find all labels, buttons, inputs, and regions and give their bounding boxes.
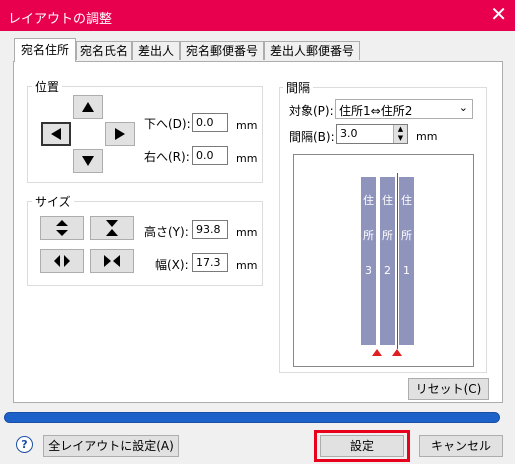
shrink-height-button[interactable] <box>90 216 134 240</box>
interval-spinbox[interactable]: 3.0 ▲ ▼ <box>336 124 408 144</box>
title-bar: レイアウトの調整 ✕ <box>0 0 515 31</box>
tab-sender[interactable]: 差出人 <box>132 41 180 60</box>
down-unit: mm <box>236 119 258 132</box>
height-label: 高さ(Y): <box>144 225 189 239</box>
height-input[interactable]: 93.8 <box>192 220 228 239</box>
tab-name[interactable]: 宛名氏名 <box>76 41 132 60</box>
right-input[interactable]: 0.0 <box>192 146 228 165</box>
ok-button[interactable]: 設定 <box>320 435 404 457</box>
tab-sender-postal-code[interactable]: 差出人郵便番号 <box>264 41 360 60</box>
preview-char: 2 <box>384 264 391 277</box>
spin-down-icon[interactable]: ▼ <box>393 134 407 143</box>
expand-height-button[interactable] <box>40 216 84 240</box>
width-input[interactable]: 17.3 <box>192 253 228 272</box>
right-unit: mm <box>236 152 258 165</box>
reset-button[interactable]: リセット(C) <box>408 378 489 400</box>
expand-vertical-icon <box>56 220 68 236</box>
move-left-button[interactable] <box>41 122 71 146</box>
marker-triangle-icon <box>392 349 402 356</box>
window-title: レイアウトの調整 <box>8 12 113 27</box>
width-unit: mm <box>236 259 258 272</box>
target-select-value: 住所1⇔住所2 <box>339 104 413 118</box>
chevron-down-icon: ⌄ <box>458 101 468 114</box>
interval-label: 間隔(B): <box>289 130 335 144</box>
target-label: 対象(P): <box>289 104 334 118</box>
preview-char: 所 <box>382 229 393 242</box>
move-right-button[interactable] <box>105 122 135 146</box>
progress-bar <box>4 412 500 423</box>
size-group-label: サイズ <box>32 193 74 210</box>
layout-preview: 住 所 3 住 所 2 住 所 1 <box>293 154 474 367</box>
preview-column-address-1: 住 所 1 <box>399 177 414 345</box>
interval-unit: mm <box>416 130 438 143</box>
expand-horizontal-icon <box>54 255 70 267</box>
shrink-horizontal-icon <box>104 255 120 267</box>
arrow-down-icon <box>82 156 94 166</box>
size-group <box>27 201 263 286</box>
apply-all-layouts-button[interactable]: 全レイアウトに設定(A) <box>43 435 179 457</box>
interval-input[interactable]: 3.0 <box>340 127 358 140</box>
spacing-group-label: 間隔 <box>283 79 314 96</box>
shrink-width-button[interactable] <box>90 249 134 273</box>
arrow-right-icon <box>115 128 125 140</box>
preview-char: 所 <box>363 229 374 242</box>
down-label: 下へ(D): <box>144 117 191 131</box>
right-label: 右へ(R): <box>144 150 190 164</box>
position-group-label: 位置 <box>32 78 63 95</box>
down-input[interactable]: 0.0 <box>192 113 228 132</box>
expand-width-button[interactable] <box>40 249 84 273</box>
preview-char: 3 <box>365 264 372 277</box>
preview-char: 住 <box>401 194 412 207</box>
move-up-button[interactable] <box>73 95 103 119</box>
width-label: 幅(X): <box>155 258 189 272</box>
height-unit: mm <box>236 226 258 239</box>
marker-triangle-icon <box>372 349 382 356</box>
help-icon: ? <box>21 438 28 451</box>
arrow-up-icon <box>82 102 94 112</box>
shrink-vertical-icon <box>106 220 118 236</box>
preview-char: 住 <box>382 194 393 207</box>
target-select[interactable]: 住所1⇔住所2 ⌄ <box>335 99 473 119</box>
arrow-left-icon <box>51 128 61 140</box>
preview-column-address-3: 住 所 3 <box>361 177 376 345</box>
close-icon[interactable]: ✕ <box>490 4 507 24</box>
tab-postal-code[interactable]: 宛名郵便番号 <box>180 41 264 60</box>
preview-column-address-2: 住 所 2 <box>380 177 395 345</box>
tab-address[interactable]: 宛名住所 <box>14 38 76 62</box>
move-down-button[interactable] <box>73 149 103 173</box>
cancel-button[interactable]: キャンセル <box>419 435 503 457</box>
preview-char: 1 <box>403 264 410 277</box>
help-button[interactable]: ? <box>16 436 33 453</box>
preview-char: 住 <box>363 194 374 207</box>
gap-guide-line <box>397 173 398 349</box>
preview-char: 所 <box>401 229 412 242</box>
